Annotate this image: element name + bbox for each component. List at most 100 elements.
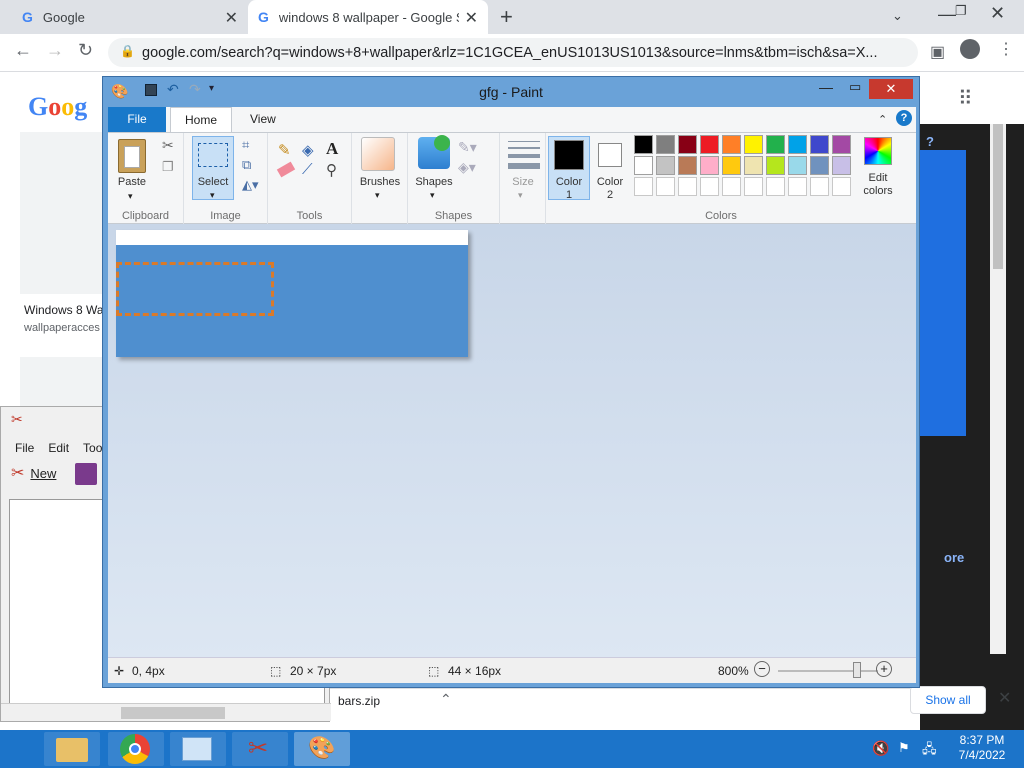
color-swatch[interactable]	[722, 135, 741, 154]
custom-color-swatch[interactable]	[744, 177, 763, 196]
custom-color-swatch[interactable]	[766, 177, 785, 196]
resize-icon[interactable]: ⧉	[242, 157, 251, 173]
crop-icon[interactable]: ⌗	[242, 137, 249, 153]
close-window-icon[interactable]: ✕	[990, 3, 1005, 24]
undo-icon[interactable]: ↶	[167, 81, 179, 98]
back-icon[interactable]: ←	[14, 40, 32, 61]
shapes-icon[interactable]	[418, 135, 450, 169]
new-snip-button[interactable]: ✂ New	[11, 463, 56, 483]
chevron-down-icon[interactable]: ⌄	[892, 8, 903, 24]
show-all-button[interactable]: Show all	[910, 686, 986, 714]
minimize-icon[interactable]: —	[819, 79, 833, 95]
custom-color-swatch[interactable]	[788, 177, 807, 196]
network-icon[interactable]: 🖧	[922, 740, 937, 762]
taskbar-control-panel[interactable]	[170, 732, 226, 766]
color-swatch[interactable]	[766, 135, 785, 154]
tab-google[interactable]: G Google ✕	[12, 0, 248, 34]
zoom-slider-thumb[interactable]	[853, 662, 861, 678]
drawing-canvas[interactable]	[116, 230, 468, 357]
pencil-icon[interactable]: ✎	[278, 141, 291, 159]
taskbar-explorer[interactable]	[44, 732, 100, 766]
tab-file[interactable]: File	[108, 107, 166, 132]
text-icon[interactable]: A	[326, 139, 338, 159]
color-swatch[interactable]	[788, 135, 807, 154]
custom-color-swatch[interactable]	[700, 177, 719, 196]
fill-icon[interactable]: ◈	[302, 141, 314, 159]
color-swatch[interactable]	[744, 135, 763, 154]
forward-icon[interactable]: →	[46, 40, 64, 61]
custom-color-swatch[interactable]	[722, 177, 741, 196]
reload-icon[interactable]: ↻	[78, 40, 93, 61]
zoom-slider[interactable]	[778, 670, 878, 672]
paste-label[interactable]: Paste	[114, 176, 150, 188]
close-icon[interactable]: ✕	[998, 688, 1011, 708]
address-bar[interactable]: 🔒 google.com/search?q=windows+8+wallpape…	[108, 38, 918, 67]
color-swatch[interactable]	[832, 135, 851, 154]
color-swatch[interactable]	[700, 135, 719, 154]
color2-swatch[interactable]	[598, 143, 622, 167]
collapse-ribbon-icon[interactable]: ⌃	[878, 113, 887, 126]
color-swatch[interactable]	[634, 135, 653, 154]
profile-avatar[interactable]	[960, 39, 980, 59]
outline-icon[interactable]: ✎▾	[458, 139, 477, 156]
close-button[interactable]: ✕	[869, 79, 913, 99]
brush-icon[interactable]	[361, 137, 395, 171]
zoom-out-icon[interactable]: −	[754, 661, 770, 677]
tab-view[interactable]: View	[236, 107, 290, 132]
tab-home[interactable]: Home	[170, 107, 233, 132]
shapes-label[interactable]: Shapes	[414, 176, 454, 188]
edit-colors-button[interactable]: Edit colors	[852, 172, 904, 198]
color-swatch[interactable]	[766, 156, 785, 175]
color-swatch[interactable]	[634, 156, 653, 175]
color-swatch[interactable]	[810, 156, 829, 175]
action-center-icon[interactable]: ⚑	[898, 740, 910, 756]
help-icon[interactable]: ?	[896, 110, 912, 126]
menu-tools[interactable]: Too	[83, 437, 102, 459]
image-result-thumbnail[interactable]	[20, 132, 102, 294]
image-result-thumbnail[interactable]	[20, 357, 102, 407]
size-icon[interactable]	[508, 141, 540, 169]
restore-icon[interactable]: ❐	[955, 3, 967, 19]
chevron-down-icon[interactable]: ▾	[375, 190, 380, 201]
custom-color-swatch[interactable]	[656, 177, 675, 196]
close-icon[interactable]: ✕	[465, 8, 478, 28]
taskbar-paint[interactable]: 🎨	[294, 732, 350, 766]
clock[interactable]: 8:37 PM 7/4/2022	[944, 733, 1020, 763]
chevron-down-icon[interactable]: ▾	[518, 190, 523, 201]
color-swatch[interactable]	[832, 156, 851, 175]
close-icon[interactable]: ✕	[225, 8, 238, 28]
rotate-icon[interactable]: ◭▾	[242, 177, 259, 193]
minimize-icon[interactable]: —	[938, 4, 956, 25]
paste-icon[interactable]	[118, 139, 146, 173]
save-icon[interactable]	[75, 463, 97, 485]
menu-icon[interactable]: ⋮	[998, 39, 1014, 59]
more-link[interactable]: ore	[944, 550, 964, 565]
eraser-icon[interactable]	[276, 161, 296, 178]
chevron-down-icon[interactable]: ▾	[210, 190, 215, 201]
fill-shape-icon[interactable]: ◈▾	[458, 159, 476, 176]
volume-muted-icon[interactable]: 🔇	[872, 740, 889, 757]
redo-icon[interactable]: ↷	[189, 81, 201, 98]
save-icon[interactable]	[145, 84, 157, 96]
cut-icon[interactable]: ✂	[162, 137, 174, 154]
menu-edit[interactable]: Edit	[48, 437, 69, 459]
color-swatch[interactable]	[810, 135, 829, 154]
sidebar-icon[interactable]: ▣	[930, 42, 945, 62]
color-swatch[interactable]	[656, 135, 675, 154]
chevron-down-icon[interactable]: ▾	[128, 191, 133, 202]
tab-windows-8-wallpaper[interactable]: G windows 8 wallpaper - Google S ✕	[248, 0, 488, 34]
maximize-icon[interactable]: ▭	[849, 79, 861, 95]
help-icon[interactable]: ?	[926, 134, 934, 149]
edit-colors-icon[interactable]	[864, 137, 892, 165]
chevron-down-icon[interactable]: ▾	[430, 190, 435, 201]
apps-grid-icon[interactable]: ⠿	[958, 86, 973, 111]
color-swatch[interactable]	[744, 156, 763, 175]
color-swatch[interactable]	[722, 156, 741, 175]
horizontal-scrollbar[interactable]	[1, 703, 331, 721]
copy-icon[interactable]: ❐	[162, 159, 174, 175]
taskbar-snipping-tool[interactable]: ✂	[232, 732, 288, 766]
selection-rectangle[interactable]	[116, 262, 274, 316]
custom-color-swatch[interactable]	[832, 177, 851, 196]
result-title[interactable]: Windows 8 Wa	[24, 303, 104, 317]
magnifier-icon[interactable]: ⚲	[326, 161, 337, 179]
